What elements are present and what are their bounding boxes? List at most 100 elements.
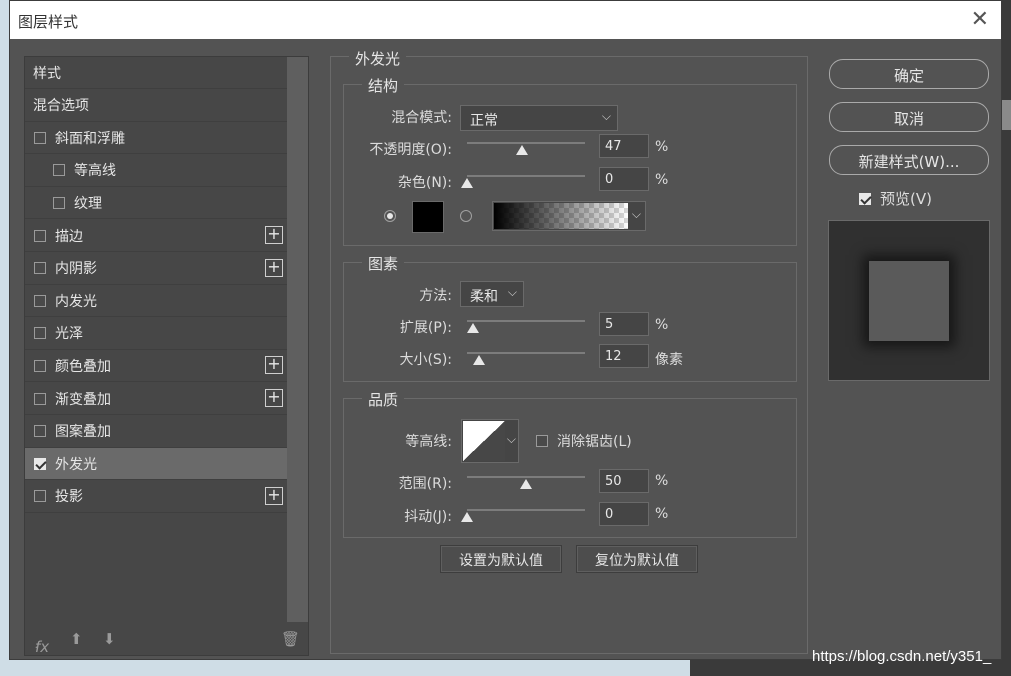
style-item-checkbox[interactable]	[34, 392, 46, 405]
style-item-checkbox[interactable]	[53, 164, 65, 177]
style-item-label: 纹理	[74, 195, 102, 212]
chevron-down-icon: ⌵	[601, 109, 611, 123]
add-icon[interactable]: +	[265, 389, 283, 407]
style-item-checkbox[interactable]	[34, 294, 46, 307]
style-item-7[interactable]: 内发光	[25, 285, 287, 318]
opacity-input[interactable]: 47	[599, 134, 649, 158]
range-label: 范围(R):	[398, 476, 452, 492]
chevron-down-icon: ⌵	[507, 285, 517, 299]
style-item-checkbox[interactable]	[34, 131, 46, 144]
style-item-checkbox[interactable]	[34, 490, 46, 503]
cancel-button[interactable]: 取消	[829, 102, 989, 132]
gradient-swatch	[494, 203, 628, 229]
anti-alias-label: 消除锯齿(L)	[557, 434, 632, 450]
style-item-6[interactable]: 内阴影 +	[25, 253, 287, 285]
jitter-input[interactable]: 0	[599, 502, 649, 526]
anti-alias-checkbox[interactable]	[536, 435, 548, 447]
style-item-label: 内阴影	[55, 261, 97, 278]
opacity-slider-track[interactable]	[467, 142, 585, 144]
range-slider-thumb[interactable]	[520, 479, 532, 489]
style-item-5[interactable]: 描边 +	[25, 220, 287, 252]
move-down-icon[interactable]: ⬇	[103, 630, 116, 648]
contour-preview	[463, 421, 505, 461]
trash-icon[interactable]: 🗑	[281, 630, 300, 648]
noise-slider-track[interactable]	[467, 175, 585, 177]
style-item-checkbox[interactable]	[34, 359, 46, 372]
gradient-picker[interactable]: ⌵	[492, 201, 646, 231]
preview-checkbox[interactable]	[859, 192, 871, 205]
style-item-12[interactable]: 外发光	[25, 448, 287, 481]
structure-group: 结构 混合模式: 正常 ⌵ 不透明度(O): 47 % 杂色(N): 0 % ⌵	[343, 75, 797, 246]
spread-label: 扩展(P):	[399, 320, 452, 336]
style-item-0[interactable]: 样式	[25, 57, 287, 89]
style-item-10[interactable]: 渐变叠加 +	[25, 383, 287, 415]
style-item-11[interactable]: 图案叠加	[25, 416, 287, 448]
style-item-8[interactable]: 光泽	[25, 318, 287, 350]
spread-unit: %	[655, 317, 669, 333]
jitter-unit: %	[655, 506, 669, 522]
technique-select[interactable]: 柔和 ⌵	[460, 281, 524, 307]
jitter-label: 抖动(J):	[404, 509, 452, 525]
preview-toggle[interactable]: 预览(V)	[859, 188, 932, 209]
gradient-radio[interactable]	[460, 210, 472, 222]
structure-title: 结构	[362, 75, 405, 96]
chevron-down-icon: ⌵	[631, 207, 641, 221]
style-item-label: 投影	[55, 489, 83, 506]
jitter-slider-thumb[interactable]	[461, 512, 473, 522]
style-item-13[interactable]: 投影 +	[25, 481, 287, 513]
jitter-slider-track[interactable]	[467, 509, 585, 511]
style-item-label: 光泽	[55, 326, 83, 343]
contour-picker[interactable]: ⌵	[461, 419, 519, 463]
opacity-slider-thumb[interactable]	[516, 145, 529, 155]
outer-glow-panel: 外发光 结构 混合模式: 正常 ⌵ 不透明度(O): 47 % 杂色(N): 0 …	[330, 48, 808, 654]
styles-list-scrollbar[interactable]	[287, 57, 308, 622]
size-slider-thumb[interactable]	[472, 355, 485, 365]
quality-title: 品质	[362, 389, 405, 410]
reset-default-button[interactable]: 复位为默认值	[576, 545, 698, 573]
add-icon[interactable]: +	[265, 258, 283, 277]
add-icon[interactable]: +	[265, 226, 283, 244]
contour-label: 等高线:	[405, 434, 452, 450]
blend-mode-value: 正常	[470, 113, 498, 129]
style-item-label: 斜面和浮雕	[55, 130, 125, 147]
size-unit: 像素	[655, 352, 683, 368]
close-icon[interactable]: ✕	[971, 7, 989, 32]
style-item-9[interactable]: 颜色叠加 +	[25, 350, 287, 383]
style-item-label: 混合选项	[33, 98, 89, 115]
blend-mode-select[interactable]: 正常 ⌵	[460, 105, 618, 131]
style-item-checkbox[interactable]	[34, 262, 46, 275]
range-input[interactable]: 50	[599, 469, 649, 493]
opacity-label: 不透明度(O):	[369, 142, 452, 158]
style-item-checkbox[interactable]	[34, 425, 46, 438]
make-default-button[interactable]: 设置为默认值	[440, 545, 562, 573]
style-item-3[interactable]: 等高线	[25, 155, 287, 187]
noise-label: 杂色(N):	[397, 175, 452, 191]
spread-input[interactable]: 5	[599, 312, 649, 336]
size-slider-track[interactable]	[467, 352, 585, 354]
size-input[interactable]: 12	[599, 344, 649, 368]
move-up-icon[interactable]: ⬆	[70, 630, 83, 648]
new-style-button[interactable]: 新建样式(W)...	[829, 145, 989, 175]
style-item-2[interactable]: 斜面和浮雕	[25, 122, 287, 155]
size-label: 大小(S):	[399, 352, 452, 368]
add-icon[interactable]: +	[265, 486, 283, 505]
technique-value: 柔和	[470, 289, 498, 305]
add-icon[interactable]: +	[265, 356, 283, 375]
spread-slider-thumb[interactable]	[466, 323, 479, 333]
noise-slider-thumb[interactable]	[461, 178, 473, 188]
style-item-4[interactable]: 纹理	[25, 187, 287, 220]
preview-square	[869, 261, 949, 341]
style-item-checkbox[interactable]	[34, 327, 46, 340]
glow-color-swatch[interactable]	[412, 201, 444, 233]
ok-button[interactable]: 确定	[829, 59, 989, 89]
style-item-checkbox[interactable]	[34, 229, 46, 242]
style-item-1[interactable]: 混合选项	[25, 90, 287, 122]
spread-slider-track[interactable]	[467, 320, 585, 322]
range-slider-track[interactable]	[467, 476, 585, 478]
quality-group: 品质 等高线: ⌵ 消除锯齿(L) 范围(R): 50 % 抖动(J): 0 %	[343, 389, 797, 538]
noise-input[interactable]: 0	[599, 167, 649, 191]
style-item-checkbox[interactable]	[53, 196, 65, 209]
background-scrollbar	[1001, 100, 1011, 130]
solid-color-radio[interactable]	[384, 210, 396, 222]
style-item-checkbox[interactable]	[34, 457, 46, 470]
